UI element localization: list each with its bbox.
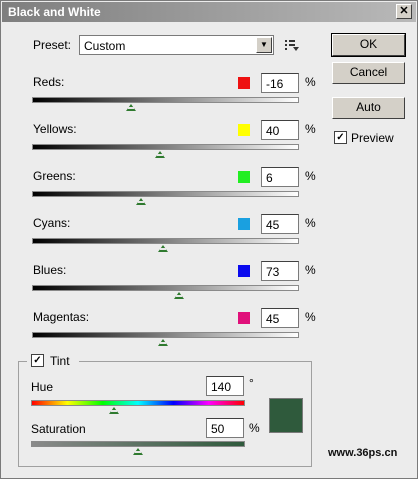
reds-value: -16 [266,77,284,91]
magentas-input[interactable]: 45 [261,308,299,328]
hue-input[interactable]: 140 [206,376,244,396]
saturation-input[interactable]: 50 [206,418,244,438]
magentas-unit: % [305,310,316,324]
cyans-slider-thumb[interactable] [157,245,168,252]
saturation-unit: % [249,421,260,435]
saturation-value: 50 [211,422,225,436]
black-and-white-dialog: Black and White ✕ Preset: Custom ▼ Reds:… [0,0,418,479]
preview-label: Preview [351,131,394,145]
magentas-color-swatch [238,312,250,324]
hue-value: 140 [211,380,232,394]
greens-label: Greens: [33,169,76,183]
greens-color-swatch [238,171,250,183]
cyans-color-swatch [238,218,250,230]
blues-color-swatch [238,265,250,277]
saturation-slider-track[interactable] [31,441,245,447]
preset-value: Custom [84,39,126,53]
reds-unit: % [305,75,316,89]
blues-input[interactable]: 73 [261,261,299,281]
cyans-label: Cyans: [33,216,71,230]
yellows-slider-thumb[interactable] [155,151,166,158]
reds-input[interactable]: -16 [261,73,299,93]
auto-button[interactable]: Auto [332,97,405,119]
saturation-slider-thumb[interactable] [133,448,143,455]
hue-unit: ° [249,376,254,390]
tint-label: Tint [50,354,70,368]
reds-slider-track[interactable] [32,97,299,103]
close-button[interactable]: ✕ [396,4,412,19]
window-title: Black and White [8,5,101,19]
cyans-unit: % [305,216,316,230]
yellows-input[interactable]: 40 [261,120,299,140]
blues-value: 73 [266,265,280,279]
ok-button[interactable]: OK [331,33,406,57]
magentas-slider-thumb[interactable] [157,339,168,346]
magentas-label: Magentas: [33,310,90,324]
magentas-value: 45 [266,312,280,326]
yellows-label: Yellows: [33,122,77,136]
hue-slider-thumb[interactable] [109,407,120,414]
chevron-down-icon[interactable]: ▼ [256,37,272,53]
greens-value: 6 [266,171,273,185]
title-bar[interactable]: Black and White ✕ [2,2,416,22]
yellows-slider-track[interactable] [32,144,299,150]
hue-label: Hue [31,380,54,394]
yellows-color-swatch [238,124,250,136]
preset-options-icon[interactable] [284,38,300,52]
greens-slider-track[interactable] [32,191,299,197]
yellows-unit: % [305,122,316,136]
preset-label: Preset: [33,38,72,52]
reds-color-swatch [238,77,250,89]
tint-checkbox[interactable]: ✓ [31,354,44,367]
preview-checkbox[interactable]: ✓ [334,131,347,144]
magentas-slider-track[interactable] [32,332,299,338]
blues-unit: % [305,263,316,277]
saturation-label: Saturation [31,422,86,436]
reds-slider-thumb[interactable] [125,104,136,111]
yellows-value: 40 [266,124,280,138]
tint-color-swatch[interactable] [269,398,303,433]
greens-input[interactable]: 6 [261,167,299,187]
reds-label: Reds: [33,75,65,89]
watermark: www.36ps.cn [328,447,398,459]
blues-label: Blues: [33,263,67,277]
greens-slider-thumb[interactable] [136,198,147,205]
greens-unit: % [305,169,316,183]
tint-group [18,361,312,467]
cyans-value: 45 [266,218,280,232]
cyans-input[interactable]: 45 [261,214,299,234]
hue-slider-track[interactable] [31,400,245,406]
preset-dropdown[interactable]: Custom ▼ [79,35,274,55]
blues-slider-track[interactable] [32,285,299,291]
cyans-slider-track[interactable] [32,238,299,244]
blues-slider-thumb[interactable] [173,292,184,299]
cancel-button[interactable]: Cancel [332,62,405,84]
